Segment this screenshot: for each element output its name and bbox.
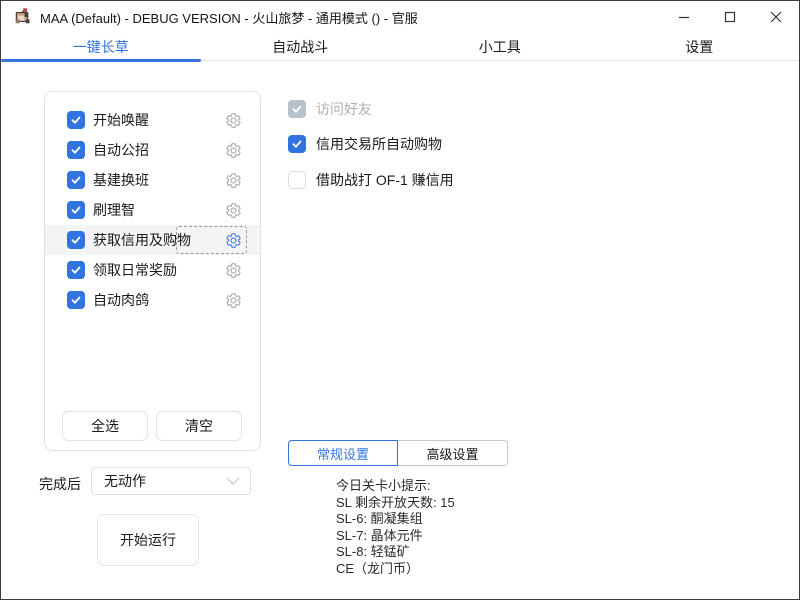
- task-label: 领取日常奖励: [93, 260, 177, 280]
- tip-line: 今日关卡小提示:: [336, 478, 455, 495]
- checkbox-disabled-checked: [288, 100, 306, 118]
- task-panel-buttons: 全选 清空: [62, 411, 242, 441]
- option-label: 借助战打 OF-1 赚信用: [316, 170, 454, 190]
- gear-icon[interactable]: [222, 169, 244, 191]
- tab-label: 小工具: [479, 37, 521, 57]
- tab-settings[interactable]: 设置: [600, 33, 800, 61]
- tab-copilot[interactable]: 自动战斗: [201, 33, 401, 61]
- tip-line: SL-6: 酮凝集组: [336, 511, 455, 528]
- checkbox-checked[interactable]: [67, 291, 85, 309]
- app-logo-icon: [12, 7, 32, 27]
- gear-icon[interactable]: [222, 229, 244, 251]
- select-all-button[interactable]: 全选: [62, 411, 148, 441]
- app-window: MAA (Default) - DEBUG VERSION - 火山旅梦 - 通…: [0, 0, 800, 600]
- option-visit-friends[interactable]: 访问好友: [288, 99, 372, 119]
- gear-icon[interactable]: [222, 199, 244, 221]
- minimize-button[interactable]: [661, 1, 707, 33]
- task-row-infrast[interactable]: 基建换班: [45, 165, 260, 195]
- checkbox-checked[interactable]: [67, 171, 85, 189]
- option-of1-credit[interactable]: 借助战打 OF-1 赚信用: [288, 170, 454, 190]
- checkbox-unchecked[interactable]: [288, 171, 306, 189]
- main-tab-bar: 一键长草 自动战斗 小工具 设置: [1, 33, 799, 61]
- tip-line: SL-7: 晶体元件: [336, 528, 455, 545]
- after-complete-dropdown[interactable]: 无动作: [91, 467, 251, 495]
- task-row-fight[interactable]: 刷理智: [45, 195, 260, 225]
- close-button[interactable]: [753, 1, 799, 33]
- dropdown-value: 无动作: [104, 471, 226, 491]
- option-label: 信用交易所自动购物: [316, 134, 442, 154]
- after-complete-label: 完成后: [39, 474, 81, 494]
- clear-button[interactable]: 清空: [156, 411, 242, 441]
- gear-icon[interactable]: [222, 259, 244, 281]
- tip-line: CE（龙门币）: [336, 561, 455, 578]
- stage-tips: 今日关卡小提示: SL 剩余开放天数: 15 SL-6: 酮凝集组 SL-7: …: [336, 478, 455, 577]
- task-rows: 开始唤醒 自动公招 基建换班 刷理智 获取信用及购物: [45, 105, 260, 315]
- tab-advanced-settings[interactable]: 高级设置: [398, 440, 508, 466]
- maximize-button[interactable]: [707, 1, 753, 33]
- checkbox-checked[interactable]: [67, 201, 85, 219]
- checkbox-checked[interactable]: [67, 141, 85, 159]
- task-row-recruit[interactable]: 自动公招: [45, 135, 260, 165]
- tab-tools[interactable]: 小工具: [400, 33, 600, 61]
- task-label: 开始唤醒: [93, 110, 149, 130]
- window-controls: [661, 1, 799, 33]
- task-label: 自动公招: [93, 140, 149, 160]
- checkbox-checked[interactable]: [67, 261, 85, 279]
- tab-label: 设置: [685, 37, 713, 57]
- settings-tab-group: 常规设置 高级设置: [288, 440, 508, 466]
- task-label: 自动肉鸽: [93, 290, 149, 310]
- task-label: 基建换班: [93, 170, 149, 190]
- gear-icon[interactable]: [222, 109, 244, 131]
- tab-farming[interactable]: 一键长草: [1, 33, 201, 61]
- task-label: 刷理智: [93, 200, 135, 220]
- task-row-award[interactable]: 领取日常奖励: [45, 255, 260, 285]
- chevron-down-icon: [226, 472, 240, 490]
- task-list-panel: 开始唤醒 自动公招 基建换班 刷理智 获取信用及购物: [44, 91, 261, 451]
- task-row-roguelike[interactable]: 自动肉鸽: [45, 285, 260, 315]
- start-run-button[interactable]: 开始运行: [97, 514, 199, 566]
- checkbox-checked[interactable]: [288, 135, 306, 153]
- checkbox-checked[interactable]: [67, 231, 85, 249]
- gear-icon[interactable]: [222, 289, 244, 311]
- checkbox-checked[interactable]: [67, 111, 85, 129]
- option-label: 访问好友: [316, 99, 372, 119]
- task-row-credit-shopping[interactable]: 获取信用及购物: [45, 225, 260, 255]
- tab-label: 一键长草: [73, 37, 129, 57]
- tip-line: SL-8: 轻锰矿: [336, 544, 455, 561]
- tip-line: SL 剩余开放天数: 15: [336, 495, 455, 512]
- window-title: MAA (Default) - DEBUG VERSION - 火山旅梦 - 通…: [40, 8, 418, 27]
- tab-label: 自动战斗: [272, 37, 328, 57]
- task-row-wakeup[interactable]: 开始唤醒: [45, 105, 260, 135]
- title-bar: MAA (Default) - DEBUG VERSION - 火山旅梦 - 通…: [1, 1, 799, 33]
- option-credit-shopping[interactable]: 信用交易所自动购物: [288, 134, 442, 154]
- gear-icon[interactable]: [222, 139, 244, 161]
- tab-general-settings[interactable]: 常规设置: [288, 440, 398, 466]
